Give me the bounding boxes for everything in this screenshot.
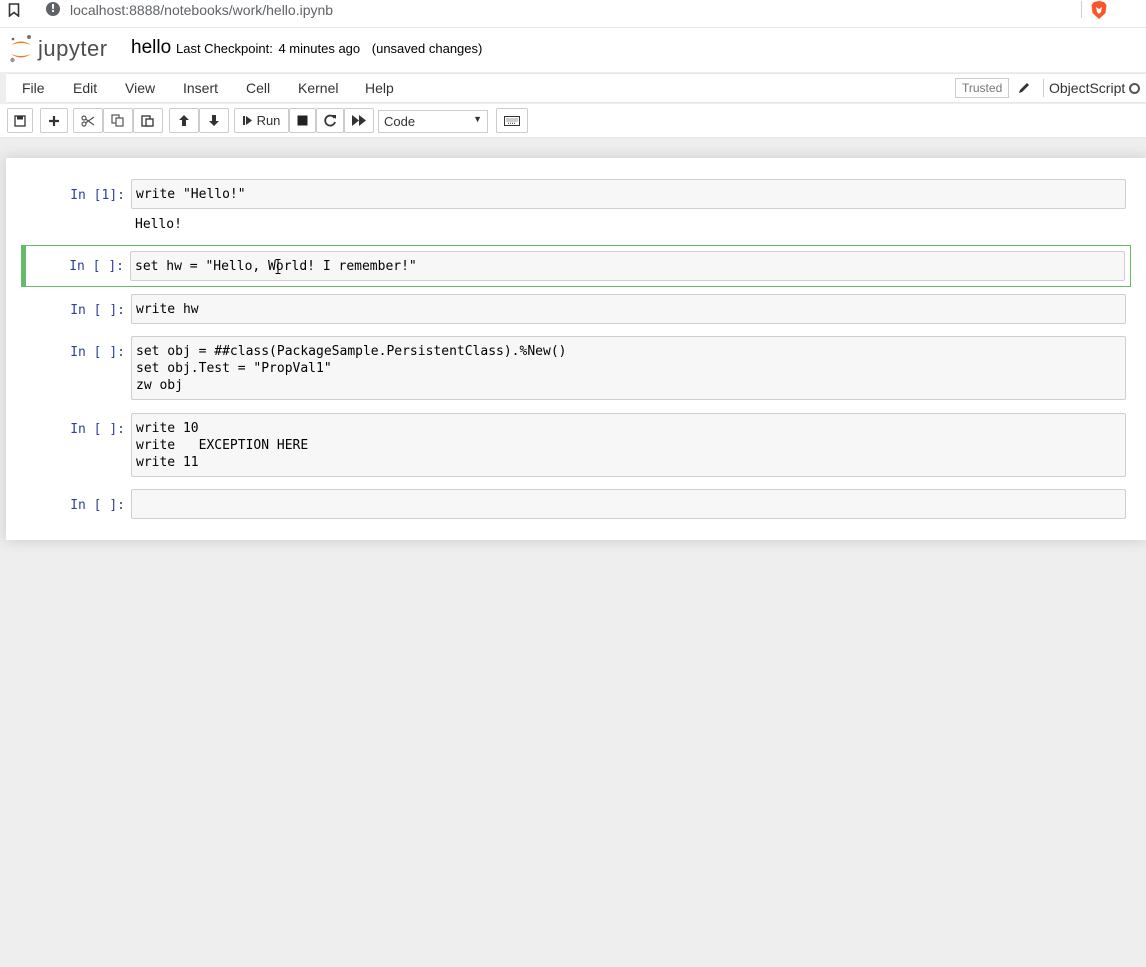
cell-prompt: In [ ]: [70, 345, 125, 360]
cell-prompt: In [ ]: [70, 422, 125, 437]
text-cursor-icon [275, 259, 281, 274]
run-label: Run [256, 113, 281, 128]
code-cell-1[interactable]: In [1]: write "Hello!" Hello! [22, 178, 1140, 238]
step-forward-icon [242, 116, 252, 125]
edit-mode-pencil-icon [1019, 83, 1029, 93]
insert-cell-button[interactable] [40, 108, 68, 133]
menu-help[interactable]: Help [365, 80, 394, 96]
restart-run-all-button[interactable] [344, 108, 374, 133]
plus-icon [49, 115, 59, 126]
code-cell-5[interactable]: In [ ]: write 10 write EXCEPTION HERE wr… [22, 411, 1140, 477]
cell-input[interactable]: write hw [131, 294, 1126, 324]
restart-icon [323, 114, 336, 127]
cell-prompt: In [ ]: [69, 259, 124, 274]
code-cell-6[interactable]: In [ ]: [22, 488, 1140, 521]
cell-prompt: In [ ]: [70, 303, 125, 318]
notebook-header: jupyter hello Last Checkpoint: 4 minutes… [0, 28, 1146, 72]
fast-forward-icon [352, 115, 366, 126]
code-cell-2-selected[interactable]: In [ ]: set hw = "Hello, World! I rememb… [21, 245, 1131, 287]
move-cell-down-button[interactable] [199, 108, 229, 133]
code-cell-3[interactable]: In [ ]: write hw [22, 293, 1140, 326]
kernel-divider [1043, 79, 1044, 97]
restart-kernel-button[interactable] [316, 108, 344, 133]
cell-prompt: In [ ]: [70, 498, 125, 513]
menu-insert[interactable]: Insert [183, 80, 218, 96]
save-icon [14, 114, 26, 127]
menu-cell[interactable]: Cell [246, 80, 270, 96]
notebook-name[interactable]: hello [131, 37, 171, 59]
paste-icon [141, 115, 154, 127]
checkpoint-label: Last Checkpoint: [176, 41, 273, 56]
save-button[interactable] [7, 108, 33, 133]
stop-icon [297, 115, 308, 126]
jupyter-logo-icon [10, 35, 31, 63]
run-cell-button[interactable]: Run [234, 108, 289, 133]
move-cell-up-button[interactable] [169, 108, 199, 133]
paste-cell-button[interactable] [133, 108, 163, 133]
cut-cell-button[interactable] [73, 108, 103, 133]
notebook-container: In [1]: write "Hello!" Hello! In [ ]: se… [6, 158, 1146, 540]
cell-type-select[interactable]: Code ▼ [378, 110, 488, 133]
cell-input[interactable]: write "Hello!" [131, 179, 1126, 209]
trusted-indicator[interactable]: Trusted [955, 78, 1010, 98]
checkpoint-time: 4 minutes ago [278, 41, 361, 56]
bookmark-icon[interactable] [8, 3, 20, 17]
jupyter-logo[interactable]: jupyter [9, 34, 119, 66]
arrow-down-icon [209, 115, 219, 126]
menu-view[interactable]: View [125, 80, 155, 96]
checkpoint-status: Last Checkpoint: 4 minutes ago (unsaved … [176, 41, 482, 56]
brave-shields-icon[interactable] [1090, 0, 1108, 20]
toolbar: Run Code ▼ [0, 104, 1146, 138]
site-info-icon[interactable]: ! [46, 2, 60, 16]
copy-cell-button[interactable] [103, 108, 133, 133]
arrow-up-icon [179, 115, 189, 126]
cell-output: Hello! [135, 217, 182, 232]
unsaved-changes-indicator: (unsaved changes) [371, 41, 483, 56]
interrupt-kernel-button[interactable] [289, 108, 316, 133]
cell-input[interactable]: write 10 write EXCEPTION HERE write 11 [131, 413, 1126, 477]
menu-kernel[interactable]: Kernel [298, 80, 338, 96]
kernel-name[interactable]: ObjectScript [1049, 80, 1125, 96]
jupyter-logo-text: jupyter [38, 36, 108, 61]
cell-type-value: Code [384, 114, 416, 129]
menu-file[interactable]: File [22, 80, 45, 96]
cell-input[interactable] [131, 489, 1126, 519]
command-palette-button[interactable] [496, 108, 528, 133]
code-cell-4[interactable]: In [ ]: set obj = ##class(PackageSample.… [22, 335, 1140, 400]
keyboard-icon [504, 115, 520, 126]
address-bar-divider [1081, 1, 1082, 18]
scissors-icon [81, 114, 95, 127]
chevron-down-icon: ▼ [473, 114, 482, 124]
browser-address-bar: ! localhost:8888/notebooks/work/hello.ip… [0, 0, 1146, 28]
copy-icon [111, 114, 124, 127]
menu-edit[interactable]: Edit [73, 80, 97, 96]
cell-input[interactable]: set obj = ##class(PackageSample.Persiste… [131, 336, 1126, 400]
kernel-idle-icon [1129, 83, 1140, 94]
cell-prompt: In [1]: [70, 188, 125, 203]
menubar: File Edit View Insert Cell Kernel Help T… [6, 73, 1146, 103]
url-text[interactable]: localhost:8888/notebooks/work/hello.ipyn… [70, 2, 333, 18]
